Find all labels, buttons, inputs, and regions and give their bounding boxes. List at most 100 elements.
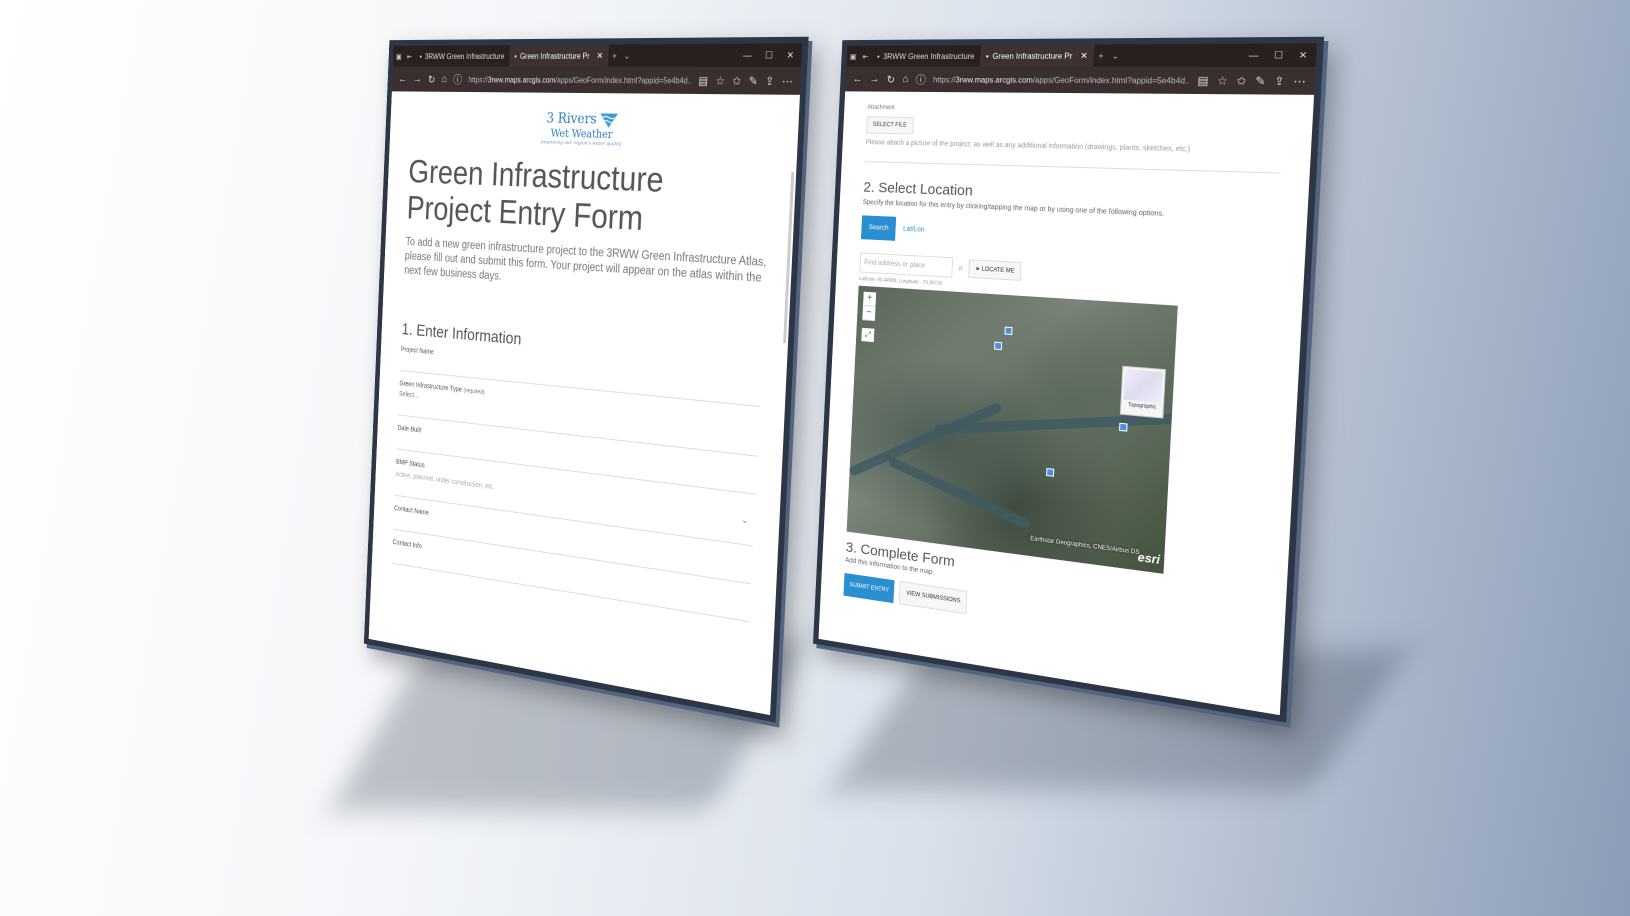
attachment-help: Please attach a picture of the project, … bbox=[864, 139, 1282, 174]
favorite-star-icon[interactable]: ☆ bbox=[715, 74, 725, 88]
tab-actions-icon[interactable]: ▣ bbox=[847, 52, 860, 61]
notes-pen-icon[interactable]: ✎ bbox=[748, 74, 757, 88]
reading-view-icon[interactable]: ▤ bbox=[1197, 74, 1209, 88]
address-bar: ← → ↻ ⌂ ⓘ https://3rww.maps.arcgis.com/a… bbox=[391, 66, 802, 95]
tab-label: Green Infrastructure Pr bbox=[992, 51, 1073, 61]
url-field[interactable]: https://3rww.maps.arcgis.com/apps/GeoFor… bbox=[932, 75, 1190, 86]
back-tabs-icon[interactable]: ⇤ bbox=[404, 52, 415, 61]
basemap-toggle[interactable]: Topographic bbox=[1119, 365, 1166, 419]
basemap-thumbnail bbox=[1123, 368, 1163, 403]
search-input[interactable]: Find address or place bbox=[859, 252, 954, 278]
form-actions: SUBMIT ENTRY VIEW SUBMISSIONS bbox=[843, 573, 968, 615]
intro-text: To add a new green infrastructure projec… bbox=[404, 236, 767, 285]
chevron-down-icon[interactable]: ⌄ bbox=[1108, 51, 1123, 60]
new-tab-icon[interactable]: + bbox=[608, 51, 621, 60]
info-icon[interactable]: ⓘ bbox=[915, 72, 926, 88]
locate-me-label: LOCATE ME bbox=[981, 266, 1015, 275]
favorites-hub-icon[interactable]: ✩ bbox=[1236, 74, 1247, 88]
tab-3rww[interactable]: ▪ 3RWW Green Infrastructure bbox=[415, 45, 510, 67]
location-mode-tabs: Search Lat/Lon bbox=[860, 215, 1277, 259]
back-icon[interactable]: ← bbox=[398, 73, 407, 84]
location-map[interactable]: + − ⤢ Topographic Earthstar Geographics,… bbox=[846, 285, 1178, 574]
reading-view-icon[interactable]: ▤ bbox=[698, 74, 708, 88]
info-icon[interactable]: ⓘ bbox=[453, 72, 462, 88]
map-river bbox=[887, 456, 1032, 531]
refresh-icon[interactable]: ↻ bbox=[428, 73, 436, 86]
scene: ▣ ⇤ ▪ 3RWW Green Infrastructure ▪ Green … bbox=[0, 0, 1630, 916]
view-submissions-button[interactable]: VIEW SUBMISSIONS bbox=[899, 581, 968, 615]
left-browser-window: ▣ ⇤ ▪ 3RWW Green Infrastructure ▪ Green … bbox=[363, 36, 809, 723]
form-page-continued: Attachment SELECT FILE Please attach a p… bbox=[823, 91, 1314, 605]
forward-icon[interactable]: → bbox=[869, 73, 879, 85]
required-tag: (required) bbox=[463, 388, 485, 397]
address-bar: ← → ↻ ⌂ ⓘ https://3rww.maps.arcgis.com/a… bbox=[845, 66, 1316, 95]
home-icon[interactable]: ⌂ bbox=[902, 73, 909, 85]
map-marker[interactable] bbox=[1004, 326, 1013, 336]
minimize-icon[interactable]: — bbox=[1248, 49, 1259, 61]
close-window-icon[interactable]: ✕ bbox=[786, 49, 794, 61]
notes-pen-icon[interactable]: ✎ bbox=[1255, 74, 1266, 88]
chevron-down-icon[interactable]: ⌄ bbox=[620, 51, 633, 60]
tab-label: 3RWW Green Infrastructure bbox=[883, 51, 975, 61]
chevron-down-icon[interactable]: ⌄ bbox=[741, 514, 749, 527]
url-host: 3rww.maps.arcgis.com bbox=[487, 75, 556, 85]
refresh-icon[interactable]: ↻ bbox=[886, 73, 895, 86]
page-title: Green Infrastructure Project Entry Form bbox=[406, 153, 665, 239]
3rww-logo: 3 Rivers Wet Weather Improving our regio… bbox=[410, 109, 774, 151]
fullscreen-icon[interactable]: ⤢ bbox=[861, 327, 875, 343]
right-browser-window: ▣ ⇤ ▪ 3RWW Green Infrastructure ▪ Green … bbox=[813, 36, 1325, 723]
submit-entry-button[interactable]: SUBMIT ENTRY bbox=[843, 573, 895, 604]
tab-3rww[interactable]: ▪ 3RWW Green Infrastructure bbox=[871, 45, 981, 67]
locate-arrow-icon: ➤ bbox=[975, 266, 981, 273]
close-tab-icon[interactable]: ✕ bbox=[596, 50, 603, 61]
tab-search[interactable]: Search bbox=[860, 215, 897, 241]
tab-label: 3RWW Green Infrastructure bbox=[424, 51, 505, 61]
more-icon[interactable]: ⋯ bbox=[782, 74, 793, 88]
url-path: /apps/GeoForm/index.html?appid=5e4b4d... bbox=[1032, 75, 1190, 86]
share-icon[interactable]: ⇪ bbox=[765, 74, 775, 88]
tab-latlon[interactable]: Lat/Lon bbox=[903, 226, 925, 234]
logo-line1: 3 Rivers bbox=[546, 110, 598, 128]
map-river bbox=[848, 401, 1003, 477]
wave-logo-icon bbox=[600, 113, 618, 128]
share-icon[interactable]: ⇪ bbox=[1274, 74, 1285, 88]
basemap-label: Topographic bbox=[1127, 402, 1157, 411]
close-window-icon[interactable]: ✕ bbox=[1298, 49, 1307, 61]
favicon-icon: ▪ bbox=[419, 51, 423, 61]
favorites-hub-icon[interactable]: ✩ bbox=[732, 74, 741, 88]
tab-bar: ▣ ⇤ ▪ 3RWW Green Infrastructure ▪ Green … bbox=[392, 43, 803, 67]
new-tab-icon[interactable]: + bbox=[1094, 51, 1109, 60]
favorite-star-icon[interactable]: ☆ bbox=[1217, 74, 1228, 88]
url-field[interactable]: https://3rww.maps.arcgis.com/apps/GeoFor… bbox=[468, 75, 692, 86]
locate-me-button[interactable]: ➤ LOCATE ME bbox=[968, 259, 1022, 281]
url-prefix: https:// bbox=[932, 75, 956, 84]
close-tab-icon[interactable]: ✕ bbox=[1080, 50, 1088, 61]
select-file-button[interactable]: SELECT FILE bbox=[866, 116, 914, 135]
map-marker[interactable] bbox=[1118, 422, 1128, 432]
zoom-out-button[interactable]: − bbox=[862, 305, 876, 322]
more-icon[interactable]: ⋯ bbox=[1293, 74, 1306, 88]
maximize-icon[interactable]: ☐ bbox=[765, 49, 773, 61]
zoom-in-button[interactable]: + bbox=[863, 291, 877, 307]
tab-green-infrastructure[interactable]: ▪ Green Infrastructure Pr ✕ bbox=[979, 44, 1095, 67]
back-tabs-icon[interactable]: ⇤ bbox=[859, 52, 872, 61]
back-icon[interactable]: ← bbox=[853, 73, 863, 84]
url-path: /apps/GeoForm/index.html?appid=5e4b4d... bbox=[555, 75, 692, 86]
forward-icon[interactable]: → bbox=[413, 73, 422, 85]
tab-green-infrastructure[interactable]: ▪ Green Infrastructure Pr ✕ bbox=[508, 44, 609, 67]
favicon-icon: ▪ bbox=[876, 51, 880, 61]
maximize-icon[interactable]: ☐ bbox=[1274, 49, 1284, 61]
zoom-control: + − bbox=[862, 291, 877, 322]
tab-bar: ▣ ⇤ ▪ 3RWW Green Infrastructure ▪ Green … bbox=[846, 43, 1317, 67]
url-host: 3rww.maps.arcgis.com bbox=[955, 75, 1034, 85]
form-page: 3 Rivers Wet Weather Improving our regio… bbox=[371, 91, 800, 651]
tab-actions-icon[interactable]: ▣ bbox=[393, 52, 404, 61]
search-icon[interactable]: ⌕ bbox=[958, 263, 963, 274]
map-marker[interactable] bbox=[994, 341, 1003, 351]
map-marker[interactable] bbox=[1046, 467, 1055, 477]
tab-label: Green Infrastructure Pr bbox=[519, 51, 590, 61]
favicon-icon: ▪ bbox=[514, 51, 517, 61]
minimize-icon[interactable]: — bbox=[743, 49, 752, 61]
map-attribution: Earthstar Geographics, CNES/Airbus DS bbox=[1030, 536, 1140, 557]
home-icon[interactable]: ⌂ bbox=[441, 73, 447, 85]
